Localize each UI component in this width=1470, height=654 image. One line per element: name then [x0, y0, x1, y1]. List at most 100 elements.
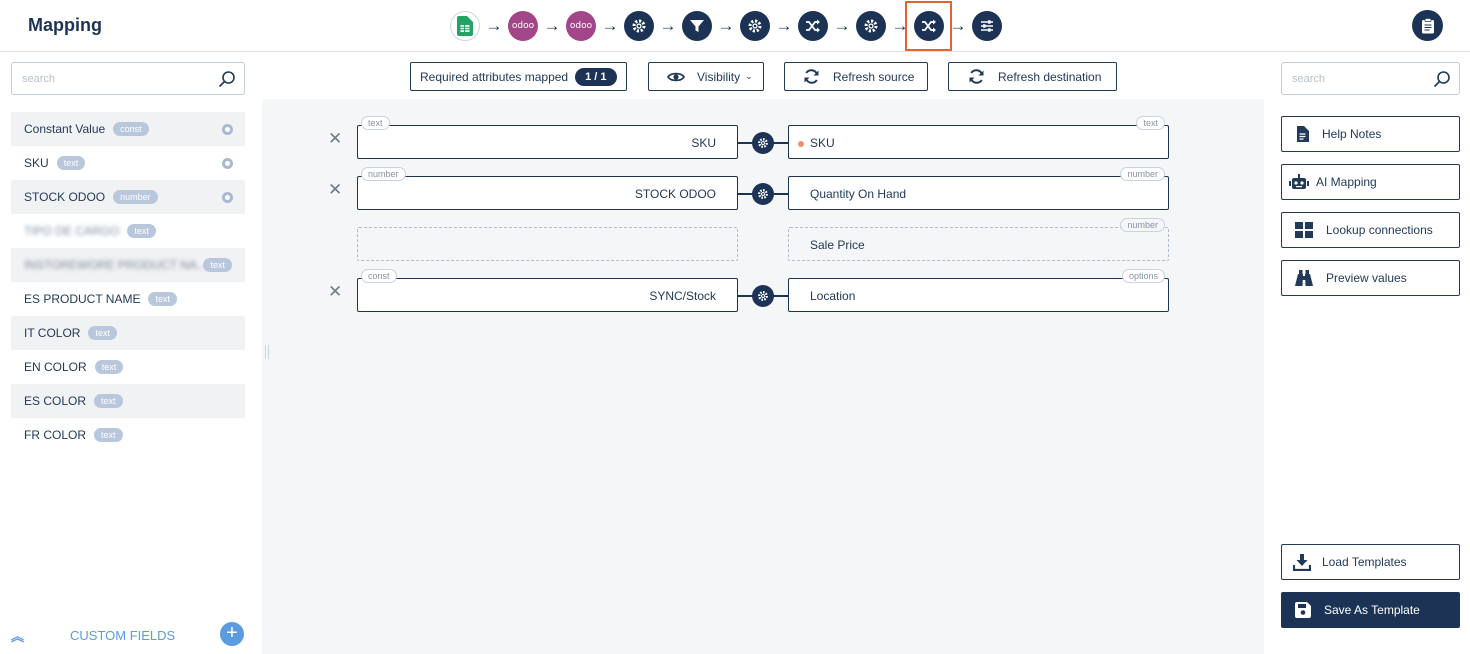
- transform-settings-button[interactable]: [752, 285, 774, 307]
- attribute-label: STOCK ODOO: [24, 190, 106, 204]
- list-item[interactable]: INSTOREWORE PRODUCT NA... text: [11, 248, 245, 282]
- help-notes-button[interactable]: Help Notes: [1281, 116, 1460, 152]
- list-item[interactable]: FR COLOR text: [11, 418, 245, 452]
- document-icon: [1296, 126, 1309, 142]
- list-item[interactable]: STOCK ODOO number: [11, 180, 245, 214]
- custom-fields-bar: ︽ CUSTOM FIELDS +: [0, 622, 262, 654]
- step-sheets-source[interactable]: [450, 11, 480, 41]
- step-settings-3[interactable]: [856, 11, 886, 41]
- eye-icon: [667, 72, 685, 81]
- step-options[interactable]: [972, 11, 1002, 41]
- type-tag: options: [1121, 269, 1165, 283]
- destination-search-input[interactable]: search: [1281, 62, 1460, 95]
- preview-values-button[interactable]: Preview values: [1281, 260, 1460, 296]
- step-settings-1[interactable]: [624, 11, 654, 41]
- visibility-label: Visibility: [697, 69, 741, 84]
- mapping-row: ✕ const SYNC/Stock options Location: [262, 269, 1264, 312]
- help-notes-label: Help Notes: [1322, 127, 1382, 141]
- close-icon[interactable]: ✕: [328, 282, 342, 302]
- gear-icon: [632, 19, 646, 33]
- source-field-box[interactable]: number STOCK ODOO: [357, 167, 738, 210]
- step-filter[interactable]: [682, 11, 712, 41]
- search-icon[interactable]: [1433, 70, 1451, 88]
- type-tag: number: [1120, 167, 1165, 181]
- attribute-label: SKU: [24, 156, 49, 170]
- ai-mapping-button[interactable]: AI Mapping: [1281, 164, 1460, 200]
- list-item[interactable]: ES PRODUCT NAME text: [11, 282, 245, 316]
- attribute-label: TIPO DE CARGO: [24, 224, 120, 238]
- panel-resize-handle[interactable]: [265, 345, 269, 359]
- refresh-destination-button[interactable]: Refresh destination: [948, 62, 1117, 91]
- robot-icon: [1289, 174, 1309, 189]
- gear-icon: [758, 189, 768, 199]
- add-custom-field-button[interactable]: +: [220, 622, 244, 646]
- sheets-icon: [457, 16, 473, 36]
- step-mapping-active[interactable]: [905, 1, 952, 51]
- attribute-label: Constant Value: [24, 122, 106, 136]
- clipboard-button[interactable]: [1412, 10, 1443, 41]
- list-item[interactable]: TIPO DE CARGO text: [11, 214, 245, 248]
- arrow-right-icon: →: [833, 16, 851, 35]
- source-search-input[interactable]: search: [11, 62, 245, 95]
- attribute-label: FR COLOR: [24, 428, 87, 442]
- empty-source-drop-zone[interactable]: [357, 227, 738, 261]
- step-settings-2[interactable]: [740, 11, 770, 41]
- grid-icon: [1295, 222, 1313, 238]
- mapping-row: number Sale Price: [262, 218, 1264, 261]
- close-icon[interactable]: ✕: [328, 129, 342, 149]
- load-templates-label: Load Templates: [1322, 555, 1407, 569]
- type-badge: text: [148, 292, 177, 306]
- arrow-right-icon: →: [543, 16, 561, 35]
- refresh-source-button[interactable]: Refresh source: [784, 62, 928, 91]
- arrow-right-icon: →: [659, 16, 677, 35]
- list-item[interactable]: EN COLOR text: [11, 350, 245, 384]
- type-tag: const: [361, 269, 397, 283]
- search-placeholder: search: [22, 73, 56, 85]
- type-badge: text: [127, 224, 156, 238]
- chevron-double-up-icon[interactable]: ︽: [11, 626, 24, 645]
- refresh-destination-label: Refresh destination: [998, 69, 1102, 84]
- list-item[interactable]: ES COLOR text: [11, 384, 245, 418]
- transform-settings-button[interactable]: [752, 183, 774, 205]
- type-badge: text: [88, 326, 117, 340]
- list-item[interactable]: IT COLOR text: [11, 316, 245, 350]
- destination-field-box[interactable]: options Location: [788, 269, 1169, 312]
- header-bar: Mapping → odoo → odoo → → → → → → →: [0, 0, 1470, 52]
- arrow-right-icon: →: [775, 16, 793, 35]
- save-as-template-button[interactable]: Save As Template: [1281, 592, 1460, 628]
- step-odoo-2[interactable]: odoo: [566, 11, 596, 41]
- lookup-connections-button[interactable]: Lookup connections: [1281, 212, 1460, 248]
- search-icon[interactable]: [218, 70, 236, 88]
- lookup-connections-label: Lookup connections: [1326, 223, 1433, 237]
- mapped-dot-icon: [222, 192, 233, 203]
- refresh-icon: [804, 69, 819, 84]
- download-icon: [1293, 553, 1311, 571]
- source-field-value: SKU: [691, 136, 716, 150]
- step-odoo-1[interactable]: odoo: [508, 11, 538, 41]
- gear-icon: [758, 138, 768, 148]
- type-badge: const: [113, 122, 149, 136]
- gear-icon: [864, 19, 878, 33]
- source-field-value: SYNC/Stock: [649, 289, 716, 303]
- list-item[interactable]: SKU text: [11, 146, 245, 180]
- list-item[interactable]: Constant Value const: [11, 112, 245, 146]
- load-templates-button[interactable]: Load Templates: [1281, 544, 1460, 580]
- visibility-dropdown[interactable]: Visibility ⌄: [648, 62, 764, 91]
- odoo-icon: odoo: [511, 21, 535, 31]
- destination-field-box[interactable]: text SKU: [788, 116, 1169, 159]
- save-icon: [1295, 602, 1311, 618]
- custom-fields-label[interactable]: CUSTOM FIELDS: [70, 628, 175, 643]
- step-shuffle-1[interactable]: [798, 11, 828, 41]
- destination-field-box[interactable]: number Sale Price: [788, 218, 1169, 261]
- transform-settings-button[interactable]: [752, 132, 774, 154]
- destination-field-box[interactable]: number Quantity On Hand: [788, 167, 1169, 210]
- source-field-box[interactable]: const SYNC/Stock: [357, 269, 738, 312]
- type-badge: number: [113, 190, 158, 204]
- gear-icon: [758, 291, 768, 301]
- attribute-label: ES COLOR: [24, 394, 87, 408]
- close-icon[interactable]: ✕: [328, 180, 342, 200]
- preview-values-label: Preview values: [1326, 271, 1407, 285]
- type-tag: text: [1136, 116, 1165, 130]
- source-field-box[interactable]: text SKU: [357, 116, 738, 159]
- destination-field-value: Location: [810, 289, 856, 303]
